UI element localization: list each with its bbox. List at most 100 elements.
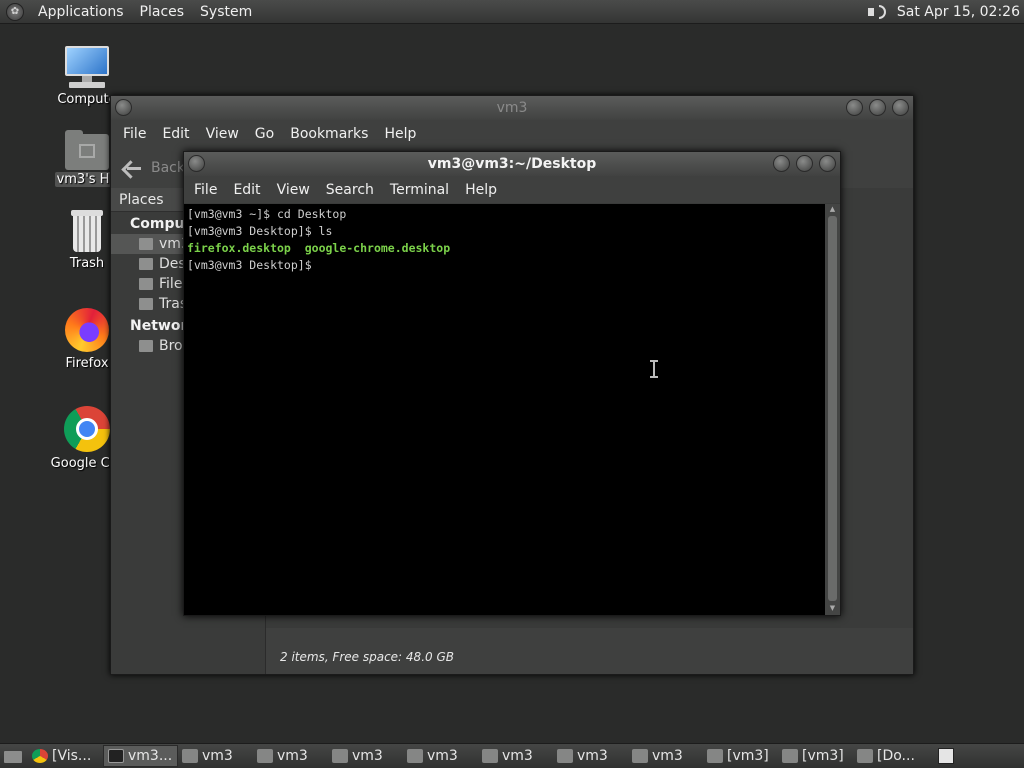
- taskbar-item[interactable]: vm3: [478, 745, 553, 767]
- taskbar-item[interactable]: [Vis...: [28, 745, 103, 767]
- term-menu-view[interactable]: View: [269, 182, 318, 198]
- desktop-folder-icon: [139, 258, 153, 270]
- window-menu-button[interactable]: [188, 155, 205, 172]
- home-folder-icon: [632, 749, 648, 763]
- taskbar-item-label: vm3: [202, 748, 233, 764]
- taskbar-item[interactable]: vm3: [178, 745, 253, 767]
- system-menu[interactable]: System: [192, 4, 260, 20]
- terminal-scrollbar[interactable]: ▲ ▼: [825, 204, 840, 615]
- fm-menu-view[interactable]: View: [198, 126, 247, 142]
- fm-window-title: vm3: [496, 100, 528, 116]
- folder-icon: [857, 749, 873, 763]
- home-folder-icon: [407, 749, 423, 763]
- taskbar-item-label: vm3: [277, 748, 308, 764]
- window-menu-button[interactable]: [115, 99, 132, 116]
- taskbar-item-active[interactable]: vm3...: [103, 745, 178, 767]
- terminal-screen[interactable]: [vm3@vm3 ~]$ cd Desktop [vm3@vm3 Desktop…: [184, 204, 827, 615]
- close-button[interactable]: [819, 155, 836, 172]
- fm-menu-edit[interactable]: Edit: [154, 126, 197, 142]
- taskbar-item[interactable]: vm3: [328, 745, 403, 767]
- fm-menu-help[interactable]: Help: [376, 126, 424, 142]
- taskbar-item[interactable]: [vm3]: [778, 745, 853, 767]
- scrollbar-thumb[interactable]: [828, 216, 837, 601]
- fm-menubar: File Edit View Go Bookmarks Help: [111, 120, 913, 148]
- terminal-window: vm3@vm3:~/Desktop File Edit View Search …: [183, 151, 841, 616]
- scroll-up-icon[interactable]: ▲: [828, 205, 837, 213]
- home-folder-icon: [65, 130, 109, 170]
- drive-icon: [139, 278, 153, 290]
- gnome-foot-icon[interactable]: ✿: [6, 2, 24, 21]
- firefox-icon: [65, 308, 109, 352]
- panel-tray: Sat Apr 15, 02:26: [865, 0, 1024, 24]
- taskbar-item[interactable]: [vm3]: [703, 745, 778, 767]
- taskbar-item-label: vm3: [352, 748, 383, 764]
- taskbar-item-label: vm3: [502, 748, 533, 764]
- terminal-line: [vm3@vm3 ~]$ cd Desktop: [187, 207, 347, 221]
- trash-icon: [139, 298, 153, 310]
- terminal-window-title: vm3@vm3:~/Desktop: [427, 156, 597, 172]
- scroll-down-icon[interactable]: ▼: [828, 604, 837, 612]
- taskbar-item-label: vm3: [427, 748, 458, 764]
- term-menu-help[interactable]: Help: [457, 182, 505, 198]
- terminal-line: [vm3@vm3 Desktop]$ ls: [187, 224, 333, 238]
- clock[interactable]: Sat Apr 15, 02:26: [897, 4, 1024, 20]
- term-menu-file[interactable]: File: [186, 182, 225, 198]
- terminal-titlebar[interactable]: vm3@vm3:~/Desktop: [184, 152, 840, 176]
- volume-icon[interactable]: [865, 2, 887, 22]
- ls-entry: firefox.desktop: [187, 241, 291, 255]
- term-menu-terminal[interactable]: Terminal: [382, 182, 457, 198]
- places-menu[interactable]: Places: [132, 4, 193, 20]
- home-folder-icon: [482, 749, 498, 763]
- home-folder-icon: [332, 749, 348, 763]
- maximize-button[interactable]: [796, 155, 813, 172]
- trash-icon: [69, 210, 105, 254]
- home-folder-icon: [557, 749, 573, 763]
- taskbar-item[interactable]: vm3: [553, 745, 628, 767]
- applications-menu[interactable]: Applications: [30, 4, 132, 20]
- sidebar-item-label: Des: [159, 256, 186, 272]
- terminal-ls-output: firefox.desktop google-chrome.desktop: [187, 240, 827, 257]
- maximize-button[interactable]: [869, 99, 886, 116]
- terminal-prompt-line: [vm3@vm3 Desktop]$: [187, 258, 319, 272]
- ls-entry: google-chrome.desktop: [304, 241, 451, 255]
- taskbar-item[interactable]: vm3: [628, 745, 703, 767]
- taskbar-item-label: [Vis...: [52, 748, 92, 764]
- term-menu-search[interactable]: Search: [318, 182, 382, 198]
- network-icon: [139, 340, 153, 352]
- taskbar-item[interactable]: [Do...: [853, 745, 928, 767]
- taskbar-item-label: [vm3]: [727, 748, 769, 764]
- workspace-switcher[interactable]: [938, 748, 954, 764]
- home-folder-icon: [707, 749, 723, 763]
- home-folder-icon: [257, 749, 273, 763]
- terminal-icon: [108, 749, 124, 763]
- close-button[interactable]: [892, 99, 909, 116]
- taskbar-item[interactable]: vm3: [253, 745, 328, 767]
- home-folder-icon: [782, 749, 798, 763]
- terminal-menubar: File Edit View Search Terminal Help: [184, 176, 840, 203]
- back-label: Back: [151, 160, 185, 176]
- back-button[interactable]: Back: [121, 157, 185, 179]
- sidebar-item-label: File: [159, 276, 183, 292]
- taskbar-item-label: [vm3]: [802, 748, 844, 764]
- mouse-cursor-icon: [650, 360, 658, 378]
- computer-icon: [63, 46, 111, 90]
- minimize-button[interactable]: [846, 99, 863, 116]
- minimize-button[interactable]: [773, 155, 790, 172]
- fm-menu-go[interactable]: Go: [247, 126, 282, 142]
- term-menu-edit[interactable]: Edit: [225, 182, 268, 198]
- bottom-taskbar: [Vis... vm3... vm3 vm3 vm3 vm3 vm3 vm3 v…: [0, 743, 1024, 768]
- fm-menu-file[interactable]: File: [115, 126, 154, 142]
- sidebar-item-label: Bro: [159, 338, 183, 354]
- fm-titlebar[interactable]: vm3: [111, 96, 913, 120]
- home-folder-icon: [182, 749, 198, 763]
- home-folder-icon: [139, 238, 153, 250]
- fm-menu-bookmarks[interactable]: Bookmarks: [282, 126, 376, 142]
- show-desktop-icon[interactable]: [2, 745, 24, 767]
- desktop-icon-label: Firefox: [65, 356, 109, 371]
- taskbar-item[interactable]: vm3: [403, 745, 478, 767]
- chrome-icon: [32, 749, 48, 763]
- taskbar-item-label: [Do...: [877, 748, 915, 764]
- desktop-icon-label: Trash: [69, 256, 105, 271]
- chrome-icon: [64, 406, 110, 452]
- top-panel: ✿ Applications Places System Sat Apr 15,…: [0, 0, 1024, 24]
